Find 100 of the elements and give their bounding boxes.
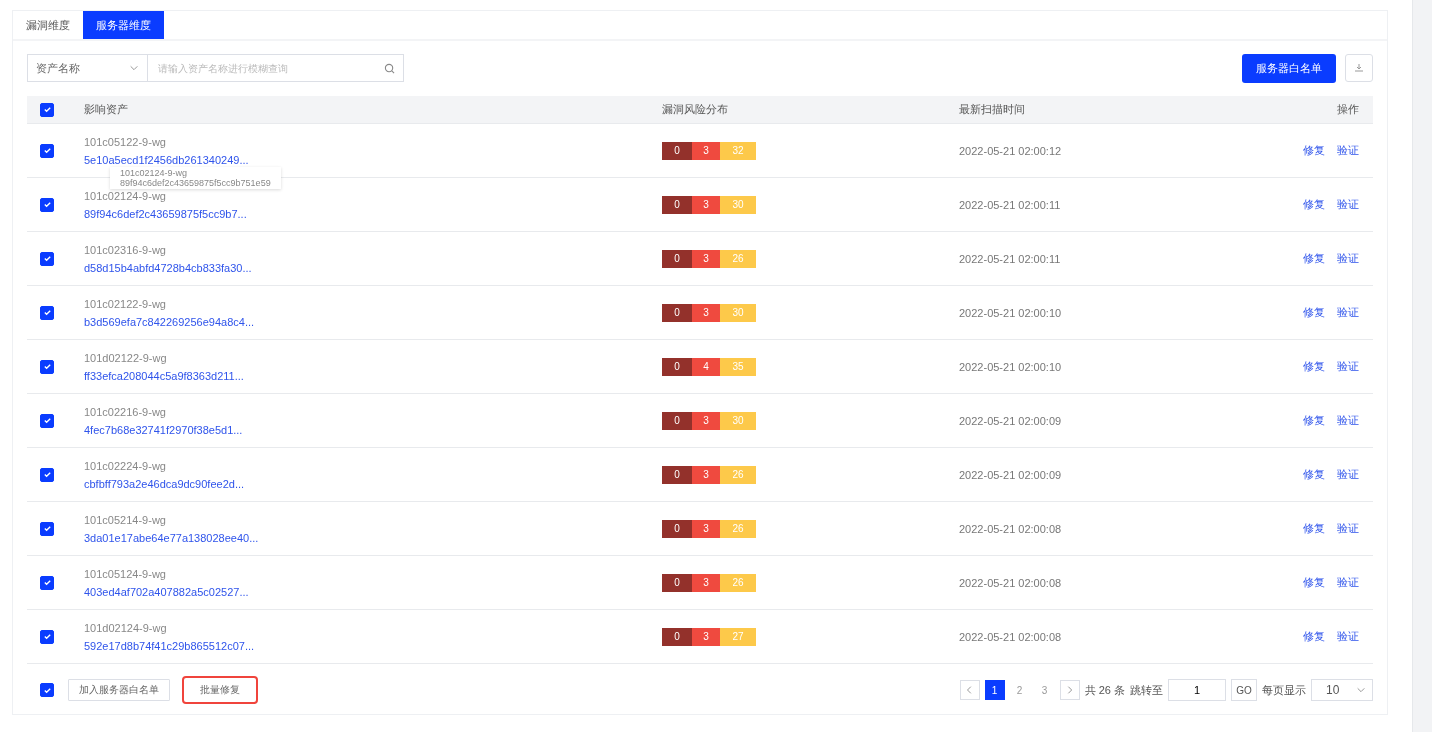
risk-count: 0 (662, 195, 692, 214)
asset-name: 101c05214-9-wg (84, 513, 167, 526)
risk-count: 35 (720, 357, 756, 376)
search-icon (384, 62, 395, 74)
asset-id-link[interactable]: 403ed4af702a407882a5c02527... (84, 585, 662, 598)
action-link[interactable]: 验证 (1337, 305, 1359, 320)
column-header: 最新扫描时间 (959, 102, 1026, 117)
row-checkbox[interactable] (40, 143, 54, 158)
asset-name: 101c02316-9-wg (84, 243, 167, 256)
asset-id-link[interactable]: b3d569efa7c842269256e94a8c4... (84, 315, 662, 328)
risk-count: 3 (692, 195, 720, 214)
asset-name: 101d02122-9-wg (84, 351, 168, 364)
action-link[interactable]: 修复 (1303, 143, 1325, 158)
action-link[interactable]: 验证 (1337, 413, 1359, 428)
check-icon (42, 632, 52, 641)
asset-name: 101c02216-9-wg (84, 405, 167, 418)
risk-count: 26 (720, 465, 756, 484)
action-link[interactable]: 修复 (1303, 467, 1325, 482)
row-checkbox[interactable] (40, 305, 54, 320)
risk-count: 0 (662, 519, 692, 538)
row-checkbox[interactable] (40, 359, 54, 374)
page-size-select[interactable]: 10 (1311, 679, 1373, 701)
row-checkbox[interactable] (40, 197, 54, 212)
asset-id-link[interactable]: 4fec7b68e32741f2970f38e5d1... (84, 423, 662, 436)
action-link[interactable]: 验证 (1337, 575, 1359, 590)
risk-count: 0 (662, 465, 692, 484)
check-icon (42, 254, 52, 263)
column-header: 操作 (1337, 102, 1359, 117)
scan-time: 2022-05-21 02:00:10 (959, 306, 1063, 319)
action-link[interactable]: 验证 (1337, 143, 1359, 158)
batch-button[interactable]: 批量修复 (182, 676, 258, 704)
risk-count: 0 (662, 627, 692, 646)
action-link[interactable]: 修复 (1303, 251, 1325, 266)
select-all-checkbox[interactable] (40, 683, 54, 697)
action-link[interactable]: 修复 (1303, 629, 1325, 644)
tooltip-text: 89f94c6def2c43659875f5cc9b751e59 (120, 178, 271, 188)
chevron-down-icon (1356, 685, 1366, 695)
asset-id-link[interactable]: 89f94c6def2c43659875f5cc9b7... (84, 207, 662, 220)
check-icon (42, 470, 52, 479)
tooltip-text: 101c02124-9-wg (120, 168, 189, 178)
action-link[interactable]: 验证 (1337, 251, 1359, 266)
asset-id-link[interactable]: 3da01e17abe64e77a138028ee40... (84, 531, 662, 544)
action-link[interactable]: 验证 (1337, 521, 1359, 536)
page-button[interactable]: 1 (984, 680, 1005, 700)
asset-id-link[interactable]: 5e10a5ecd1f2456db261340249... (84, 153, 662, 166)
row-checkbox[interactable] (40, 521, 54, 536)
asset-id-link[interactable]: ff33efca208044c5a9f8363d211... (84, 369, 662, 382)
asset-name: 101c05124-9-wg (84, 567, 167, 580)
asset-id-link[interactable]: cbfbff793a2e46dca9dc90fee2d... (84, 477, 662, 490)
asset-name: 101d02124-9-wg (84, 621, 168, 634)
check-icon (42, 308, 52, 317)
total-count: 共 26 条 (1084, 682, 1125, 698)
batch-button[interactable]: 加入服务器白名单 (68, 679, 170, 701)
check-icon (42, 685, 52, 695)
check-icon (42, 146, 52, 155)
action-link[interactable]: 修复 (1303, 305, 1325, 320)
action-link[interactable]: 修复 (1303, 521, 1325, 536)
asset-id-link[interactable]: d58d15b4abfd4728b4cb833fa30... (84, 261, 662, 274)
scan-time: 2022-05-21 02:00:11 (959, 252, 1062, 265)
row-checkbox[interactable] (40, 413, 54, 428)
row-checkbox[interactable] (40, 251, 54, 266)
jump-label: 跳转至 (1130, 682, 1163, 698)
action-link[interactable]: 修复 (1303, 197, 1325, 212)
jump-field[interactable]: 1 (1168, 679, 1226, 701)
row-checkbox[interactable] (40, 467, 54, 482)
action-link[interactable]: 修复 (1303, 413, 1325, 428)
check-icon (42, 578, 52, 587)
download-icon (1354, 63, 1364, 73)
go-button[interactable]: GO (1231, 679, 1257, 701)
action-link[interactable]: 验证 (1337, 629, 1359, 644)
risk-count: 3 (692, 573, 720, 592)
risk-count: 26 (720, 249, 756, 268)
action-link[interactable]: 修复 (1303, 359, 1325, 374)
action-link[interactable]: 验证 (1337, 467, 1359, 482)
scan-time: 2022-05-21 02:00:10 (959, 360, 1063, 373)
chevron-down-icon (129, 63, 139, 73)
asset-name: 101c05122-9-wg (84, 135, 167, 148)
risk-count: 27 (720, 627, 756, 646)
field-select[interactable]: 资产名称 (27, 54, 148, 82)
row-checkbox[interactable] (40, 629, 54, 644)
check-icon (42, 362, 52, 371)
search-field[interactable]: 请输入资产名称进行模糊查询 (148, 54, 404, 82)
risk-count: 0 (662, 357, 692, 376)
scan-time: 2022-05-21 02:00:09 (959, 468, 1063, 481)
row-checkbox[interactable] (40, 575, 54, 590)
check-icon (42, 416, 52, 425)
scan-time: 2022-05-21 02:00:09 (959, 414, 1063, 427)
action-link[interactable]: 验证 (1337, 197, 1359, 212)
tab[interactable]: 服务器维度 (83, 11, 164, 39)
scan-time: 2022-05-21 02:00:11 (959, 198, 1062, 211)
asset-id-link[interactable]: 592e17d8b74f41c29b865512c07... (84, 639, 662, 652)
whitelist-button[interactable]: 服务器白名单 (1242, 53, 1336, 83)
risk-count: 26 (720, 519, 756, 538)
risk-count: 32 (720, 141, 756, 160)
action-link[interactable]: 修复 (1303, 575, 1325, 590)
risk-count: 3 (692, 303, 720, 322)
action-link[interactable]: 验证 (1337, 359, 1359, 374)
select-all-checkbox[interactable] (40, 102, 54, 117)
risk-count: 30 (720, 411, 756, 430)
check-icon (42, 524, 52, 533)
